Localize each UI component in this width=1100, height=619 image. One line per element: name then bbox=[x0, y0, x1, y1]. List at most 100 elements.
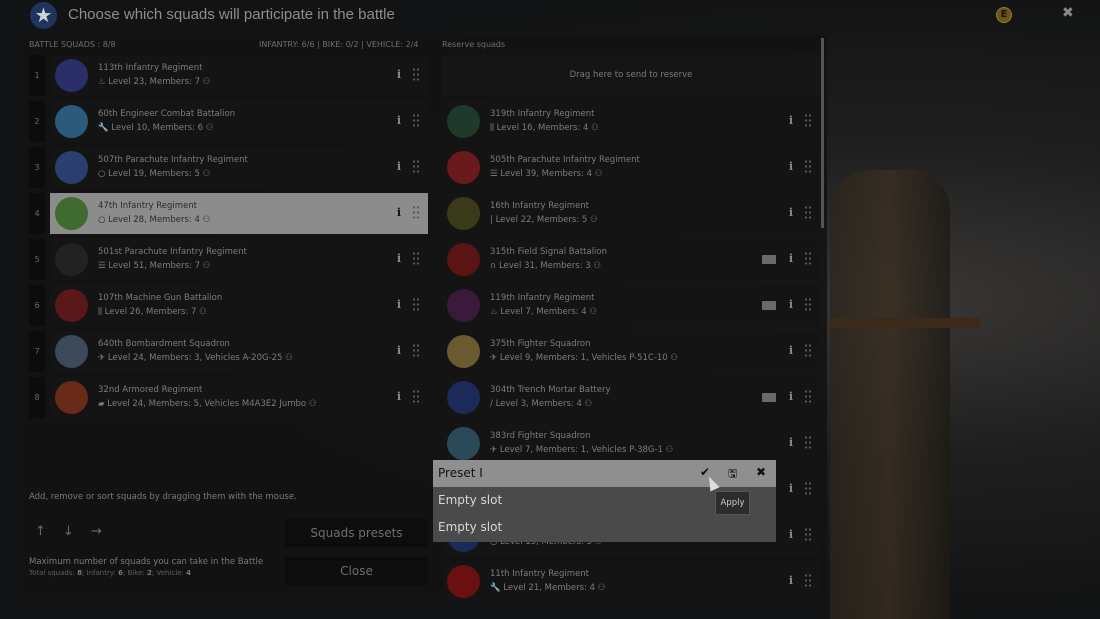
move-right-arrow-icon[interactable]: → bbox=[91, 524, 102, 539]
book-icon[interactable] bbox=[762, 301, 776, 310]
squad-card[interactable]: 113th Infantry Regiment ♨ Level 23, Membe… bbox=[50, 55, 428, 96]
squad-meta: ▰ Level 24, Members: 5, Vehicles M4A3E2 … bbox=[98, 399, 316, 409]
reserve-drop-zone[interactable]: Drag here to send to reserve bbox=[442, 55, 820, 96]
squad-meta: ✈ Level 7, Members: 1, Vehicles P-38G-1 … bbox=[490, 445, 673, 455]
drag-handle-icon[interactable] bbox=[804, 159, 812, 175]
drag-handle-icon[interactable] bbox=[804, 481, 812, 497]
info-icon[interactable]: i bbox=[789, 344, 793, 357]
book-icon[interactable] bbox=[762, 255, 776, 264]
squad-level-members: Level 39, Members: 4 bbox=[500, 169, 593, 179]
squad-card[interactable]: 375th Fighter Squadron ✈ Level 9, Members… bbox=[442, 331, 820, 372]
drag-handle-icon[interactable] bbox=[412, 205, 420, 221]
squad-card[interactable]: 47th Infantry Regiment ○ Level 28, Member… bbox=[50, 193, 428, 234]
squad-level-members: Level 21, Members: 4 bbox=[503, 583, 596, 593]
info-icon[interactable]: i bbox=[789, 206, 793, 219]
squad-name: 375th Fighter Squadron bbox=[490, 339, 591, 349]
drag-handle-icon[interactable] bbox=[804, 205, 812, 221]
drag-handle-icon[interactable] bbox=[412, 297, 420, 313]
drag-handle-icon[interactable] bbox=[804, 389, 812, 405]
battle-squads-header: BATTLE SQUADS : 8/8 bbox=[29, 40, 116, 49]
squad-emblem bbox=[447, 427, 480, 460]
squad-card[interactable]: 107th Machine Gun Battalion ⫼ Level 26, M… bbox=[50, 285, 428, 326]
close-icon[interactable]: ✖ bbox=[1062, 5, 1074, 21]
close-button[interactable]: Close bbox=[285, 557, 428, 585]
info-icon[interactable]: i bbox=[789, 252, 793, 265]
squad-card[interactable]: 16th Infantry Regiment | Level 22, Member… bbox=[442, 193, 820, 234]
drag-handle-icon[interactable] bbox=[412, 159, 420, 175]
save-icon[interactable]: 🖫 bbox=[728, 465, 737, 484]
info-icon[interactable]: i bbox=[397, 252, 401, 265]
preset-slot[interactable]: Empty slot bbox=[433, 514, 776, 541]
squad-card[interactable]: 119th Infantry Regiment ♨ Level 7, Member… bbox=[442, 285, 820, 326]
wrench-icon: 🔧 bbox=[490, 583, 501, 593]
info-icon[interactable]: i bbox=[397, 160, 401, 173]
info-icon[interactable]: i bbox=[789, 298, 793, 311]
squad-card[interactable]: 304th Trench Mortar Battery / Level 3, Me… bbox=[442, 377, 820, 418]
info-icon[interactable]: i bbox=[789, 528, 793, 541]
squad-card[interactable]: 32nd Armored Regiment ▰ Level 24, Members… bbox=[50, 377, 428, 418]
info-icon[interactable]: i bbox=[397, 344, 401, 357]
squad-level-members: Level 7, Members: 1, Vehicles P-38G-1 bbox=[499, 445, 663, 455]
drag-handle-icon[interactable] bbox=[412, 389, 420, 405]
squad-card[interactable]: 507th Parachute Infantry Regiment ○ Level… bbox=[50, 147, 428, 188]
info-icon[interactable]: i bbox=[397, 390, 401, 403]
mortar-icon: / bbox=[490, 399, 493, 409]
drag-handle-icon[interactable] bbox=[412, 67, 420, 83]
move-down-arrow-icon[interactable]: ↓ bbox=[63, 524, 74, 539]
coin-icon[interactable]: E bbox=[996, 7, 1012, 23]
preset-name: Preset I bbox=[438, 466, 483, 480]
vehicle-value: 4 bbox=[186, 569, 191, 577]
drag-handle-icon[interactable] bbox=[804, 251, 812, 267]
move-up-arrow-icon[interactable]: ↑ bbox=[35, 524, 46, 539]
squad-meta: ♨ Level 7, Members: 4 ⚇ bbox=[490, 307, 597, 317]
info-icon[interactable]: i bbox=[397, 206, 401, 219]
member-icon: ⚇ bbox=[665, 445, 674, 455]
squad-name: 113th Infantry Regiment bbox=[98, 63, 203, 73]
squad-emblem bbox=[447, 105, 480, 138]
squad-card[interactable]: 505th Parachute Infantry Regiment ☰ Level… bbox=[442, 147, 820, 188]
drag-handle-icon[interactable] bbox=[804, 343, 812, 359]
headset-icon: ∩ bbox=[490, 261, 497, 271]
info-icon[interactable]: i bbox=[789, 574, 793, 587]
squad-card[interactable]: 501st Parachute Infantry Regiment ☰ Level… bbox=[50, 239, 428, 280]
squad-name: 507th Parachute Infantry Regiment bbox=[98, 155, 248, 165]
squad-card[interactable]: 383rd Fighter Squadron ✈ Level 7, Members… bbox=[442, 423, 820, 464]
preset-row-selected[interactable]: Preset I ✔ 🖫 ✖ bbox=[433, 460, 776, 487]
squad-slot-number: 8 bbox=[29, 377, 45, 418]
reserve-scrollbar[interactable] bbox=[821, 38, 824, 228]
member-icon: ⚇ bbox=[202, 215, 211, 225]
book-icon[interactable] bbox=[762, 393, 776, 402]
squad-card[interactable]: 319th Infantry Regiment ⫼ Level 16, Membe… bbox=[442, 101, 820, 142]
info-icon[interactable]: i bbox=[397, 298, 401, 311]
drag-handle-icon[interactable] bbox=[804, 527, 812, 543]
squad-card[interactable]: 60th Engineer Combat Battalion 🔧 Level 10… bbox=[50, 101, 428, 142]
info-icon[interactable]: i bbox=[397, 68, 401, 81]
drag-handle-icon[interactable] bbox=[804, 435, 812, 451]
squad-card[interactable]: 11th Infantry Regiment 🔧 Level 21, Member… bbox=[442, 561, 820, 602]
info-icon[interactable]: i bbox=[397, 114, 401, 127]
drag-handle-icon[interactable] bbox=[804, 573, 812, 589]
list-icon: ☰ bbox=[490, 169, 498, 179]
squad-emblem bbox=[55, 243, 88, 276]
squads-presets-button[interactable]: Squads presets bbox=[285, 519, 428, 547]
info-icon[interactable]: i bbox=[789, 482, 793, 495]
drag-handle-icon[interactable] bbox=[804, 297, 812, 313]
squad-card[interactable]: 640th Bombardment Squadron ✈ Level 24, Me… bbox=[50, 331, 428, 372]
drag-handle-icon[interactable] bbox=[412, 343, 420, 359]
squad-slot-number: 5 bbox=[29, 239, 45, 280]
info-icon[interactable]: i bbox=[789, 390, 793, 403]
squad-card[interactable]: 315th Field Signal Battalion ∩ Level 31, … bbox=[442, 239, 820, 280]
squad-emblem bbox=[447, 243, 480, 276]
squad-emblem bbox=[447, 151, 480, 184]
drag-handle-icon[interactable] bbox=[412, 251, 420, 267]
drag-handle-icon[interactable] bbox=[804, 113, 812, 129]
info-icon[interactable]: i bbox=[789, 160, 793, 173]
info-icon[interactable]: i bbox=[789, 436, 793, 449]
circle-icon: ○ bbox=[98, 169, 106, 179]
flame-icon: ♨ bbox=[98, 77, 106, 87]
drag-handle-icon[interactable] bbox=[412, 113, 420, 129]
info-icon[interactable]: i bbox=[789, 114, 793, 127]
max-squads-detail: Total squads: 8; Infantry: 6; Bike: 2; V… bbox=[29, 569, 191, 577]
delete-icon[interactable]: ✖ bbox=[756, 465, 766, 479]
squad-level-members: Level 19, Members: 5 bbox=[108, 169, 200, 179]
